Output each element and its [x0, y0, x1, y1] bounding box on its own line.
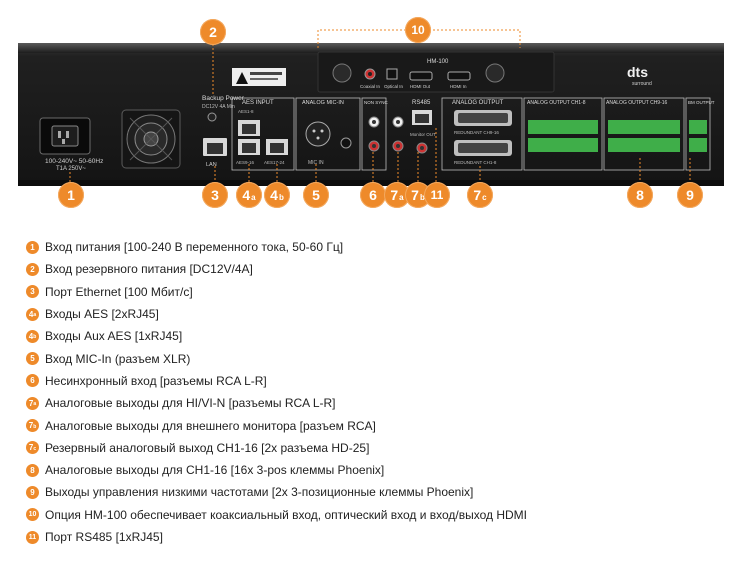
legend-list: 1 Вход питания [100-240 В переменного ток…	[26, 236, 726, 548]
phoenix-block-bm-bottom	[689, 138, 707, 152]
optical-in	[386, 68, 398, 80]
svg-text:Monitor OUT: Monitor OUT	[410, 132, 436, 137]
legend-badge: 2	[26, 262, 39, 276]
device-rear-panel-diagram: 100-240V~ 50-60Hz T1A 250V~ Backup Power…	[0, 0, 738, 230]
svg-text:ANALOG OUTPUT CH9-16: ANALOG OUTPUT CH9-16	[606, 100, 668, 106]
legend-item: 7 c Резервный аналоговый выход CH1-16 [2x …	[26, 437, 726, 459]
svg-text:NON SYNC: NON SYNC	[364, 100, 389, 105]
legend-badge: 5	[26, 352, 39, 366]
dts-logo: dts	[627, 64, 648, 80]
svg-text:RS485: RS485	[412, 100, 431, 106]
hm100-knob-right	[485, 63, 505, 83]
legend-badge: 7c	[26, 441, 39, 455]
phoenix-block-ch1-8-top	[528, 120, 598, 134]
legend-item: 7 b Аналоговые выходы для внешнего монитор…	[26, 414, 726, 436]
svg-text:BM OUTPUT: BM OUTPUT	[688, 100, 715, 105]
legend-badge: 7b	[26, 419, 39, 433]
callout-5: 5	[303, 182, 329, 208]
legend-badge: 7a	[26, 396, 39, 410]
callout-9: 9	[677, 182, 703, 208]
legend-item: 6 Несинхронный вход [разъемы RCA L-R]	[26, 370, 726, 392]
callout-7c: 7c	[467, 182, 493, 208]
svg-text:HDMI Out: HDMI Out	[410, 84, 431, 89]
legend-badge: 11	[26, 530, 39, 544]
svg-text:HDMI In: HDMI In	[450, 84, 467, 89]
callout-6: 6	[360, 182, 386, 208]
svg-text:AES1-8: AES1-8	[238, 109, 254, 114]
hm100-knob-left	[332, 63, 352, 83]
phoenix-block-ch1-8-bottom	[528, 138, 598, 152]
callout-1: 1	[58, 182, 84, 208]
callout-10: 10	[405, 17, 431, 43]
xlr-connector	[305, 121, 331, 147]
callout-8: 8	[627, 182, 653, 208]
legend-item: 11 Порт RS485 [1xRJ45]	[26, 526, 726, 548]
svg-text:AES INPUT: AES INPUT	[242, 100, 274, 106]
callout-11: 11	[424, 182, 450, 208]
callout-2: 2	[200, 19, 226, 45]
legend-item: 7 a Аналоговые выходы для HI/VI-N [разъемы…	[26, 392, 726, 414]
legend-item: 4 b Входы Aux AES [1xRJ45]	[26, 325, 726, 347]
legend-item: 8 Аналоговые выходы для CH1-16 [16x 3-pos…	[26, 459, 726, 481]
callout-3: 3	[202, 182, 228, 208]
legend-badge: 3	[26, 285, 39, 299]
backup-power-label: Backup Power	[202, 95, 245, 102]
svg-text:HM-100: HM-100	[427, 59, 449, 65]
svg-text:ANALOG OUTPUT CH1-8: ANALOG OUTPUT CH1-8	[527, 100, 586, 106]
callout-4b: 4b	[264, 182, 290, 208]
svg-text:DC12V 4A Min: DC12V 4A Min	[202, 104, 235, 110]
legend-badge: 10	[26, 508, 39, 522]
svg-text:ANALOG OUTPUT: ANALOG OUTPUT	[452, 100, 504, 106]
hdmi-out	[409, 71, 433, 81]
hm100-module-plate	[317, 51, 555, 93]
legend-item: 2 Вход резервного питания [DC12V/4A]	[26, 258, 726, 280]
legend-item: 4 a Входы AES [2xRJ45]	[26, 303, 726, 325]
legend-badge: 8	[26, 463, 39, 477]
power-rating-label: 100-240V~ 50-60Hz	[45, 158, 103, 165]
svg-text:AES17-24: AES17-24	[264, 160, 285, 165]
legend-item: 3 Порт Ethernet [100 Мбит/с]	[26, 281, 726, 303]
svg-text:REDUNDANT CH1-8: REDUNDANT CH1-8	[454, 160, 497, 165]
svg-text:REDUNDANT CH9-16: REDUNDANT CH9-16	[454, 130, 499, 135]
phoenix-block-ch9-16-bottom	[608, 138, 680, 152]
backup-power-jack	[207, 112, 217, 122]
svg-text:Optical In: Optical In	[384, 84, 404, 89]
legend-item: 1 Вход питания [100-240 В переменного ток…	[26, 236, 726, 258]
legend-badge: 4b	[26, 329, 39, 343]
legend-item: 5 Вход MIC-In (разъем XLR)	[26, 347, 726, 369]
legend-badge: 4a	[26, 307, 39, 321]
svg-text:ANALOG MIC-IN: ANALOG MIC-IN	[302, 100, 344, 106]
svg-text:AES9-16: AES9-16	[236, 160, 255, 165]
callout-4a: 4a	[236, 182, 262, 208]
phoenix-block-bm-top	[689, 120, 707, 134]
legend-item: 10 Опция HM-100 обеспечивает коаксиальный…	[26, 504, 726, 526]
phoenix-block-ch9-16-top	[608, 120, 680, 134]
legend-item: 9 Выходы управления низкими частотами [2x…	[26, 481, 726, 503]
hdmi-in	[447, 71, 471, 81]
svg-text:surround: surround	[632, 81, 652, 87]
legend-badge: 1	[26, 240, 39, 254]
svg-text:T1A 250V~: T1A 250V~	[56, 166, 86, 172]
legend-badge: 6	[26, 374, 39, 388]
svg-text:Coaxial In: Coaxial In	[360, 84, 381, 89]
legend-badge: 9	[26, 485, 39, 499]
cooling-fan	[121, 109, 181, 169]
